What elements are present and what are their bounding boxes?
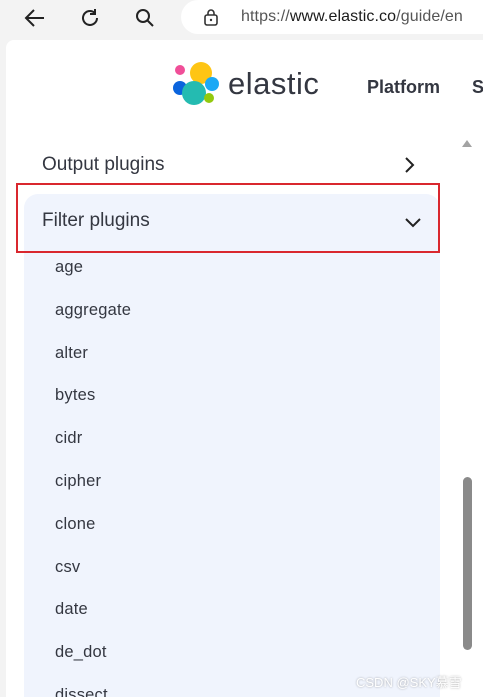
lock-icon (203, 8, 219, 31)
output-plugins-label: Output plugins (42, 154, 165, 175)
list-item[interactable]: cidr (55, 429, 131, 472)
list-item[interactable]: aggregate (55, 301, 131, 344)
scroll-up-arrow-icon[interactable] (462, 140, 472, 147)
search-icon (136, 9, 154, 27)
sidebar-item-output-plugins[interactable]: Output plugins (42, 152, 422, 178)
list-item[interactable]: cipher (55, 472, 131, 515)
list-item[interactable]: bytes (55, 386, 131, 429)
refresh-icon (82, 9, 98, 26)
back-button[interactable] (20, 4, 50, 32)
filter-plugins-label: Filter plugins (42, 210, 150, 231)
elastic-logo-icon (173, 62, 219, 105)
watermark: CSDN @SKY慕雪 (356, 675, 462, 690)
url-text: https://www.elastic.co/guide/en (241, 8, 463, 25)
list-item[interactable]: age (55, 258, 131, 301)
search-button[interactable] (130, 4, 160, 32)
logo-text: elastic (228, 66, 320, 101)
refresh-button[interactable] (75, 4, 105, 32)
filter-plugin-list: age aggregate alter bytes cidr cipher cl… (55, 258, 131, 697)
chevron-down-icon (405, 218, 421, 228)
nav-next-item[interactable]: S (472, 77, 483, 98)
address-bar[interactable]: https://www.elastic.co/guide/en (181, 0, 483, 34)
arrow-left-icon (24, 9, 44, 27)
browser-toolbar: https://www.elastic.co/guide/en (0, 0, 483, 38)
page-content: elastic Platform S Output plugins Filter… (6, 40, 483, 697)
list-item[interactable]: csv (55, 558, 131, 601)
list-item[interactable]: de_dot (55, 643, 131, 686)
nav-platform[interactable]: Platform (367, 77, 440, 98)
list-item[interactable]: date (55, 600, 131, 643)
list-item[interactable]: clone (55, 515, 131, 558)
elastic-logo[interactable]: elastic (172, 60, 319, 108)
list-item[interactable]: dissect (55, 686, 131, 697)
list-item[interactable]: alter (55, 344, 131, 387)
sidebar-item-filter-plugins[interactable]: Filter plugins (42, 210, 422, 236)
sidebar-scrollbar[interactable] (460, 130, 474, 697)
chevron-right-icon (405, 157, 415, 173)
scrollbar-thumb[interactable] (463, 477, 472, 650)
